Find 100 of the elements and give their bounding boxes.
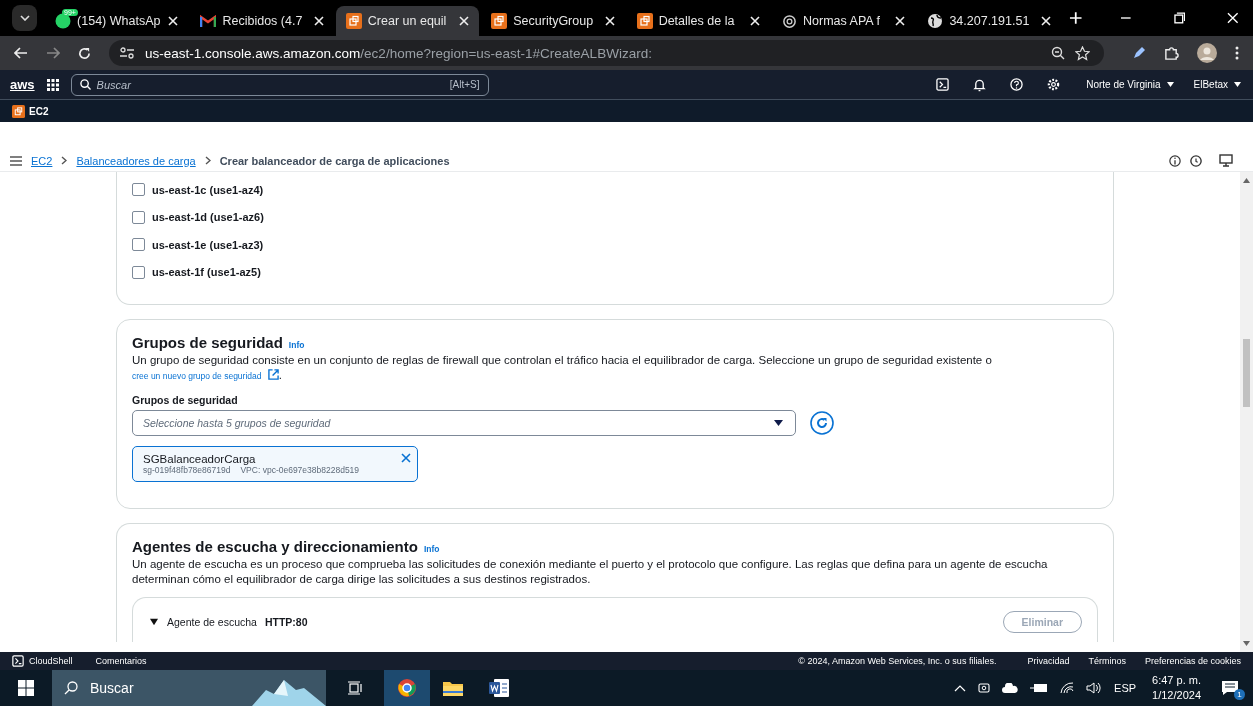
notification-button[interactable]: 1	[1215, 676, 1245, 700]
avatar-icon[interactable]	[1197, 43, 1217, 63]
browser-taskbar-icon[interactable]	[384, 670, 430, 706]
checkbox[interactable]	[132, 265, 145, 279]
camera-icon[interactable]	[978, 681, 991, 695]
battery-icon[interactable]	[1030, 683, 1049, 693]
tab-title: (154) WhatsAp	[77, 14, 162, 28]
region-menu[interactable]: Norte de Virginia	[1086, 79, 1161, 90]
cube-icon	[636, 13, 653, 29]
clock[interactable]: 6:47 p. m. 1/12/2024	[1152, 673, 1201, 703]
shortcut-hint: [Alt+S]	[449, 79, 480, 90]
caret-icon[interactable]	[1234, 82, 1241, 87]
search-icon	[79, 79, 91, 90]
scrollbar-thumb[interactable]	[1243, 339, 1250, 407]
footer-link[interactable]: Privacidad	[1027, 656, 1070, 666]
service-link[interactable]: EC2	[29, 105, 49, 117]
close-icon[interactable]	[1040, 16, 1051, 26]
cloud-icon[interactable]	[1002, 683, 1019, 693]
close-icon[interactable]	[750, 16, 760, 26]
tab-title: Recibidos (4.7	[222, 14, 304, 28]
site-settings-icon[interactable]	[119, 47, 135, 59]
reload-icon[interactable]	[78, 46, 91, 60]
checkbox[interactable]	[132, 183, 145, 197]
breadcrumb-link[interactable]: EC2	[31, 154, 53, 167]
info-link[interactable]: Info	[423, 544, 440, 554]
listener-protocol: HTTP:80	[264, 616, 308, 628]
scrollbar[interactable]	[1240, 172, 1253, 652]
create-group-link[interactable]: cree un nuevo grupo de seguridad	[132, 371, 262, 381]
browser-tab[interactable]: 34.207.191.51	[917, 6, 1061, 36]
notification-badge: 1	[1234, 689, 1245, 700]
more-icon[interactable]	[1235, 46, 1239, 60]
tab-list-button[interactable]	[12, 5, 38, 31]
scroll-up-icon[interactable]	[1243, 178, 1250, 183]
speaker-icon[interactable]	[1086, 682, 1103, 694]
task-view-icon[interactable]	[348, 681, 362, 695]
forward-arrow-icon[interactable]	[46, 47, 60, 59]
close-icon[interactable]	[313, 16, 324, 26]
close-icon[interactable]	[895, 16, 906, 26]
zoom-out-icon[interactable]	[1051, 46, 1065, 60]
cloudshell-link[interactable]: CloudShell	[29, 656, 73, 666]
caret-icon[interactable]	[1166, 82, 1174, 87]
browser-tab[interactable]: SecurityGroup	[481, 6, 625, 36]
help-icon[interactable]	[1010, 78, 1024, 91]
address-bar[interactable]: us-east-1.console.aws.amazon.com/ec2/home?region=us-east-1#CreateALBWizard:	[109, 40, 1104, 66]
remove-icon[interactable]	[401, 453, 411, 463]
date-text: 1/12/2024	[1152, 688, 1201, 703]
account-menu[interactable]: ElBetax	[1193, 79, 1228, 90]
info-link[interactable]: Info	[288, 340, 305, 350]
group-id: sg-019f48fb78e86719d	[143, 465, 231, 475]
select-placeholder: Seleccione hasta 5 grupos de seguridad	[143, 417, 331, 429]
browser-tab[interactable]: Detalles de la	[626, 6, 770, 36]
close-icon[interactable]	[604, 16, 615, 26]
feedback-link[interactable]: Comentarios	[95, 656, 147, 666]
breadcrumb-link[interactable]: Balanceadores de carga	[76, 154, 196, 167]
aws-logo[interactable]: aws	[10, 77, 35, 92]
tab-title: Detalles de la	[658, 14, 736, 28]
description-text: Un agente de escucha es un proceso que comprueba las solicitudes de conexión mediante el puerto y el protocolo que configure. Las reglas que defina para un agente de escucha determinan cómo el equilibrador de carga dirige las solicitudes a sus destinos registrados.	[132, 557, 1049, 587]
settings-icon[interactable]	[1047, 78, 1061, 91]
menu-icon[interactable]	[10, 155, 22, 166]
back-arrow-icon[interactable]	[14, 47, 28, 59]
mail-icon	[200, 14, 217, 28]
browser-tab[interactable]: Normas APA f	[772, 6, 916, 36]
checkbox[interactable]	[132, 238, 145, 252]
restore-icon[interactable]	[1173, 12, 1186, 24]
close-icon[interactable]	[168, 16, 179, 26]
pen-icon[interactable]	[1132, 46, 1146, 60]
browser-tab[interactable]: Crear un equil	[335, 6, 480, 36]
checkbox[interactable]	[132, 210, 145, 224]
chevron-up-icon[interactable]	[954, 684, 967, 692]
terminal-icon[interactable]	[936, 78, 950, 91]
star-icon[interactable]	[1075, 45, 1090, 61]
info-icon[interactable]	[1169, 154, 1181, 167]
taskbar-search-field[interactable]: Buscar	[52, 670, 326, 706]
vpc-id: VPC: vpc-0e697e38b8228d519	[240, 465, 360, 475]
footer-link[interactable]: Términos	[1088, 656, 1126, 666]
browser-tab[interactable]: Recibidos (4.7	[190, 6, 334, 36]
time-text: 6:47 p. m.	[1152, 673, 1201, 688]
tab-title: Normas APA f	[803, 14, 881, 28]
puzzle-icon[interactable]	[1164, 45, 1179, 61]
bell-icon[interactable]	[973, 77, 987, 92]
footer-link[interactable]: Preferencias de cookies	[1144, 656, 1241, 666]
clock-icon[interactable]	[1190, 154, 1202, 167]
chevron-icon	[204, 156, 211, 165]
external-link-icon[interactable]	[267, 369, 279, 380]
terminal-icon[interactable]	[12, 655, 24, 667]
caret-icon[interactable]	[149, 618, 159, 626]
language-indicator[interactable]: ESP	[1114, 682, 1137, 694]
refresh-button[interactable]	[810, 411, 834, 435]
scroll-down-icon[interactable]	[1243, 641, 1250, 646]
field-label: Grupos de seguridad	[132, 394, 239, 406]
screen-icon[interactable]	[1219, 154, 1233, 167]
windows-logo-icon[interactable]	[18, 680, 34, 696]
grid-menu-icon[interactable]	[46, 78, 59, 91]
plus-icon[interactable]	[1068, 11, 1083, 25]
zone-label: us-east-1c (use1-az4)	[152, 183, 264, 196]
search-field[interactable]: Buscar [Alt+S]	[70, 73, 489, 96]
wifi-icon[interactable]	[1060, 682, 1075, 694]
cube-icon	[345, 13, 362, 29]
close-icon[interactable]	[459, 16, 470, 26]
security-group-select[interactable]: Seleccione hasta 5 grupos de seguridad	[132, 410, 796, 436]
